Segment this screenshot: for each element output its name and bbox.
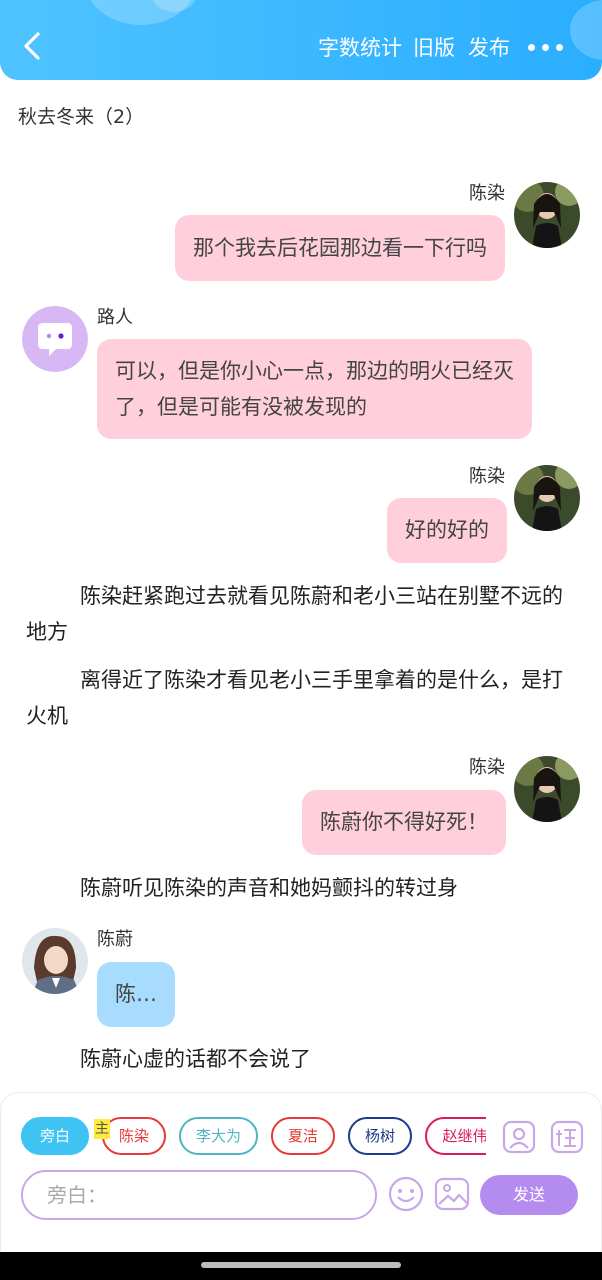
narration-text: 离得近了陈染才看见老小三手里拿着的是什么，是打火机 <box>26 668 563 728</box>
avatar-image <box>514 756 580 822</box>
publish-button[interactable]: 发布 <box>468 30 510 66</box>
message-bubble: 好的好的 <box>387 498 507 563</box>
avatar[interactable] <box>22 306 88 372</box>
message-bubble: 可以，但是你小心一点，那边的明火已经灭了，但是可能有没被发现的 <box>97 339 532 439</box>
narration-input[interactable] <box>21 1170 377 1220</box>
message-bubble: 陈蔚你不得好死！ <box>302 790 506 855</box>
speaker-name: 陈染 <box>469 183 505 204</box>
chat-bubble-icon <box>22 306 88 372</box>
avatar[interactable] <box>514 182 580 248</box>
avatar[interactable] <box>22 928 88 994</box>
home-indicator[interactable] <box>201 1262 401 1268</box>
character-selector: 旁白 陈染 李大为 夏洁 杨树 赵继伟 <box>20 1117 486 1159</box>
avatar-image <box>514 182 580 248</box>
old-version-button[interactable]: 旧版 <box>413 30 455 66</box>
character-chip-narrator[interactable]: 旁白 <box>21 1117 89 1155</box>
speaker-name: 陈蔚 <box>97 929 133 950</box>
speaker-name: 路人 <box>97 307 133 328</box>
main-character-badge: 主 <box>94 1119 110 1139</box>
character-chip[interactable]: 李大为 <box>179 1117 258 1155</box>
send-button[interactable]: 发送 <box>480 1175 578 1215</box>
tag-icon[interactable] <box>550 1120 584 1154</box>
narration-text: 陈蔚心虚的话都不会说了 <box>80 1047 311 1071</box>
contact-icon[interactable] <box>502 1120 536 1154</box>
back-button[interactable] <box>18 30 48 60</box>
avatar[interactable] <box>514 756 580 822</box>
character-chip[interactable]: 赵继伟 <box>425 1117 486 1155</box>
message-bubble: 陈… <box>97 962 175 1027</box>
character-chip[interactable]: 夏洁 <box>271 1117 335 1155</box>
image-icon[interactable] <box>434 1176 470 1212</box>
character-chip[interactable]: 陈染 <box>102 1117 166 1155</box>
more-icon[interactable] <box>528 37 564 59</box>
avatar-image <box>514 465 580 531</box>
avatar-image <box>22 928 88 994</box>
narration-text: 陈蔚听见陈染的声音和她妈颤抖的转过身 <box>80 876 458 900</box>
emoji-icon[interactable] <box>388 1176 424 1212</box>
back-arrow-icon <box>24 32 40 60</box>
speaker-name: 陈染 <box>469 757 505 778</box>
avatar[interactable] <box>514 465 580 531</box>
speaker-name: 陈染 <box>469 466 505 487</box>
message-bubble: 那个我去后花园那边看一下行吗 <box>175 215 505 281</box>
word-count-button[interactable]: 字数统计 <box>318 30 402 66</box>
chapter-title: 秋去冬来（2） <box>18 106 145 128</box>
decorative-bubble <box>570 0 602 60</box>
narration-text: 陈染赶紧跑过去就看见陈蔚和老小三站在别墅不远的地方 <box>26 584 563 644</box>
top-bar: 字数统计 旧版 发布 <box>0 0 602 80</box>
character-chip[interactable]: 杨树 <box>348 1117 412 1155</box>
